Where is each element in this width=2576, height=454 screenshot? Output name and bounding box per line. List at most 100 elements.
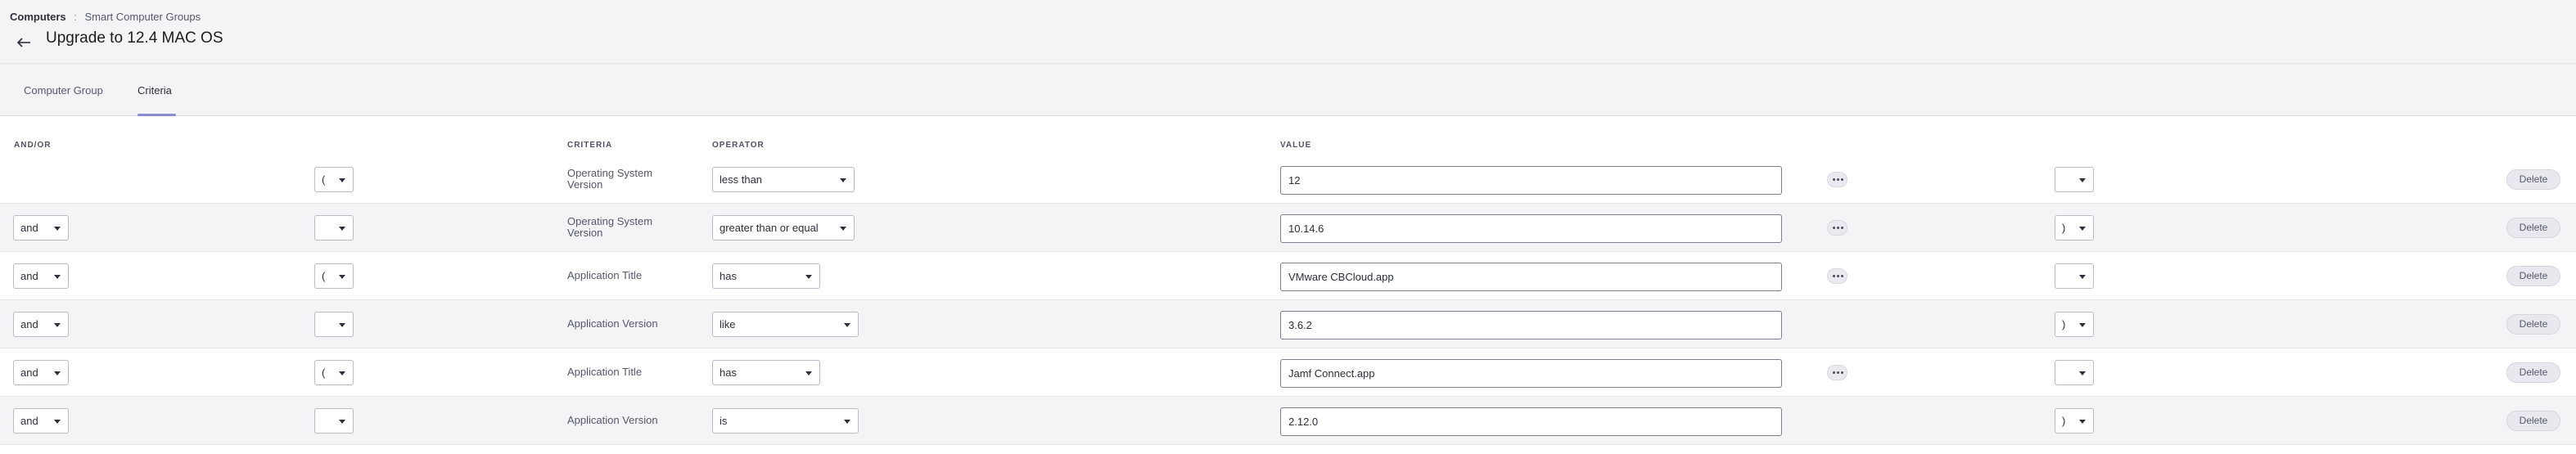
value-input[interactable] (1280, 407, 1782, 436)
and-or-value: and (20, 366, 38, 379)
criteria-row: and ( Application Title has Delete (0, 348, 2576, 397)
ellipsis-icon-dot (1837, 275, 1839, 277)
chevron-down-icon (805, 275, 812, 279)
operator-value: less than (720, 173, 763, 186)
chevron-down-icon (339, 178, 345, 182)
breadcrumb-computers-link[interactable]: Computers (10, 11, 66, 23)
chevron-down-icon (2079, 323, 2086, 327)
and-or-value: and (20, 318, 38, 330)
chevron-down-icon (339, 420, 345, 424)
ellipsis-icon-dot (1833, 178, 1835, 181)
and-or-select[interactable]: and (13, 263, 69, 289)
chevron-down-icon (339, 275, 345, 279)
value-input[interactable] (1280, 166, 1782, 195)
chevron-down-icon (2079, 371, 2086, 375)
operator-value: has (720, 366, 737, 379)
delete-button[interactable]: Delete (2506, 218, 2560, 238)
tab-criteria[interactable]: Criteria (138, 84, 172, 97)
operator-select[interactable]: has (712, 263, 820, 289)
ellipsis-icon-dot (1837, 371, 1839, 374)
more-options-button[interactable] (1827, 172, 1847, 187)
value-input[interactable] (1280, 311, 1782, 339)
and-or-value: and (20, 222, 38, 234)
close-paren-value: ) (2062, 415, 2066, 427)
value-input[interactable] (1280, 214, 1782, 243)
and-or-value: and (20, 415, 38, 427)
operator-select[interactable]: has (712, 360, 820, 385)
chevron-down-icon (339, 323, 345, 327)
more-options-button[interactable] (1827, 220, 1847, 236)
operator-value: greater than or equal (720, 222, 819, 234)
open-paren-select[interactable]: ( (314, 263, 354, 289)
open-paren-value: ( (322, 173, 326, 186)
close-paren-value: ) (2062, 318, 2066, 330)
close-paren-select[interactable] (2055, 360, 2094, 385)
page-header: Computers : Smart Computer Groups Upgrad… (0, 0, 2576, 64)
operator-select[interactable]: like (712, 312, 859, 337)
operator-select[interactable]: less than (712, 167, 855, 192)
open-paren-select[interactable]: ( (314, 167, 354, 192)
chevron-down-icon (2079, 420, 2086, 424)
criteria-row: ( Operating System Version less than Del… (0, 155, 2576, 204)
criteria-label-text: Operating System Version (567, 215, 653, 239)
close-paren-select[interactable] (2055, 167, 2094, 192)
chevron-down-icon (840, 178, 846, 182)
open-paren-select[interactable] (314, 215, 354, 240)
value-input[interactable] (1280, 359, 1782, 388)
ellipsis-icon-dot (1841, 227, 1843, 229)
and-or-select[interactable]: and (13, 408, 69, 434)
open-paren-value: ( (322, 270, 326, 282)
operator-select[interactable]: is (712, 408, 859, 434)
column-header-and-or: AND/OR (14, 141, 52, 150)
close-paren-select[interactable]: ) (2055, 312, 2094, 337)
close-paren-select[interactable] (2055, 263, 2094, 289)
and-or-select[interactable]: and (13, 215, 69, 240)
criteria-label: Application Title (567, 366, 643, 378)
chevron-down-icon (54, 371, 61, 375)
criteria-label: Operating System Version (567, 216, 665, 239)
criteria-row: and Application Version is ) Delete (0, 397, 2576, 445)
operator-select[interactable]: greater than or equal (712, 215, 855, 240)
breadcrumb-separator: : (74, 11, 77, 23)
chevron-down-icon (54, 420, 61, 424)
ellipsis-icon-dot (1841, 275, 1843, 277)
and-or-value: and (20, 270, 38, 282)
chevron-down-icon (844, 420, 850, 424)
criteria-row: and ( Application Title has Delete (0, 252, 2576, 300)
ellipsis-icon-dot (1837, 227, 1839, 229)
ellipsis-icon-dot (1837, 178, 1839, 181)
column-header-criteria: CRITERIA (567, 141, 613, 150)
close-paren-select[interactable]: ) (2055, 215, 2094, 240)
delete-button[interactable]: Delete (2506, 169, 2560, 190)
value-input[interactable] (1280, 263, 1782, 291)
tab-computer-group[interactable]: Computer Group (24, 84, 103, 97)
and-or-select[interactable]: and (13, 312, 69, 337)
ellipsis-icon-dot (1841, 178, 1843, 181)
chevron-down-icon (54, 323, 61, 327)
close-paren-value: ) (2062, 222, 2066, 234)
delete-button[interactable]: Delete (2506, 362, 2560, 383)
delete-button[interactable]: Delete (2506, 411, 2560, 431)
criteria-label: Application Version (567, 317, 658, 330)
open-paren-value: ( (322, 366, 326, 379)
open-paren-select[interactable] (314, 408, 354, 434)
delete-button[interactable]: Delete (2506, 314, 2560, 335)
open-paren-select[interactable]: ( (314, 360, 354, 385)
close-paren-select[interactable]: ) (2055, 408, 2094, 434)
more-options-button[interactable] (1827, 365, 1847, 380)
back-arrow-icon[interactable] (15, 33, 34, 52)
more-options-button[interactable] (1827, 268, 1847, 284)
tab-bar: Computer Group Criteria (0, 64, 2576, 116)
criteria-table: AND/OR CRITERIA OPERATOR VALUE ( Operati… (0, 117, 2576, 454)
active-tab-indicator (138, 114, 176, 116)
chevron-down-icon (805, 371, 812, 375)
open-paren-select[interactable] (314, 312, 354, 337)
criteria-row: and Application Version like ) Delete (0, 300, 2576, 348)
delete-button[interactable]: Delete (2506, 266, 2560, 286)
breadcrumb: Computers : Smart Computer Groups (10, 11, 201, 23)
criteria-row: and Operating System Version greater tha… (0, 204, 2576, 252)
chevron-down-icon (844, 323, 850, 327)
chevron-down-icon (2079, 275, 2086, 279)
and-or-select[interactable]: and (13, 360, 69, 385)
breadcrumb-smart-computer-groups-link[interactable]: Smart Computer Groups (85, 11, 201, 23)
